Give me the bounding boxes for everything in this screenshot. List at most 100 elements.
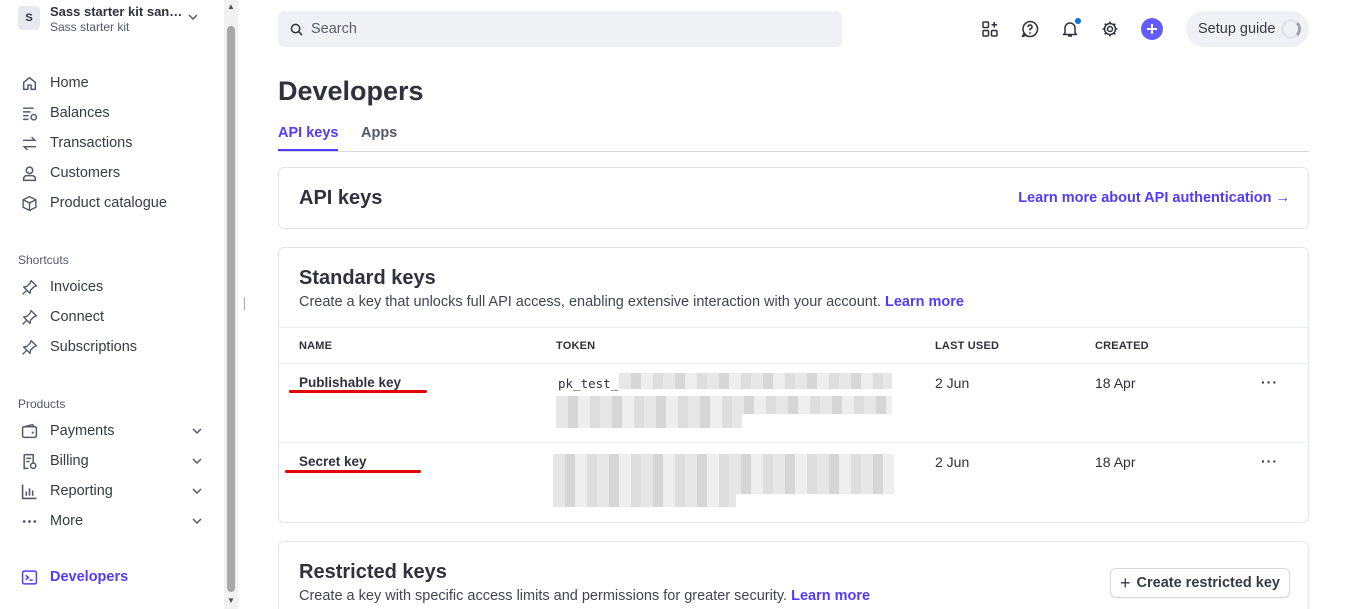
scroll-down-arrow-icon[interactable]: ▼ (227, 596, 235, 605)
redacted-token (553, 454, 894, 474)
api-authentication-link[interactable]: Learn more about API authentication → (1018, 190, 1290, 206)
tab-bar: API keys Apps (278, 124, 1309, 152)
customers-icon (20, 164, 38, 182)
reporting-icon (20, 482, 38, 500)
api-keys-title: API keys (299, 187, 383, 209)
last-used-value: 2 Jun (935, 454, 970, 470)
account-subtitle: Sass starter kit (50, 20, 130, 34)
search-bar[interactable] (278, 11, 842, 47)
created-value: 18 Apr (1095, 375, 1136, 391)
more-icon (20, 512, 38, 530)
row-actions-button[interactable]: ··· (1261, 374, 1278, 390)
sidebar-item-home[interactable]: Home (20, 70, 202, 96)
api-keys-card: API keys Learn more about API authentica… (278, 167, 1309, 229)
create-restricted-key-button[interactable]: + Create restricted key (1110, 568, 1290, 598)
redacted-token (553, 474, 894, 494)
sidebar-item-label: Customers (50, 165, 121, 181)
restricted-keys-title: Restricted keys (299, 561, 447, 583)
sidebar-item-label: Home (50, 75, 89, 91)
learn-more-link[interactable]: Learn more (791, 588, 870, 604)
sidebar-item-label: Reporting (50, 483, 113, 499)
sidebar-item-label: Subscriptions (50, 339, 138, 355)
sidebar-item-label: Developers (50, 569, 129, 585)
learn-more-link[interactable]: Learn more (885, 294, 964, 310)
payments-icon (20, 422, 38, 440)
column-header-name: NAME (299, 340, 333, 352)
chevron-down-icon (192, 428, 202, 435)
sidebar-item-billing[interactable]: Billing (20, 448, 202, 474)
redacted-token (556, 396, 892, 414)
column-header-token: TOKEN (556, 340, 596, 352)
key-name: Secret key (299, 454, 367, 469)
developers-icon (20, 568, 38, 586)
red-underline-annotation (289, 390, 427, 393)
account-avatar: S (18, 6, 40, 30)
red-underline-annotation (285, 470, 421, 473)
sidebar-item-subscriptions[interactable]: Subscriptions (20, 334, 202, 360)
column-header-created: CREATED (1095, 340, 1149, 352)
sidebar-item-developers[interactable]: Developers (20, 564, 202, 590)
created-value: 18 Apr (1095, 454, 1136, 470)
redacted-token (553, 494, 736, 507)
key-name: Publishable key (299, 375, 402, 390)
progress-ring-icon (1281, 19, 1301, 39)
create-plus-button[interactable] (1141, 18, 1163, 40)
divider (279, 363, 1308, 364)
search-input[interactable] (311, 21, 811, 37)
chevron-down-icon (192, 488, 202, 495)
sidebar-item-customers[interactable]: Customers (20, 160, 202, 186)
plus-icon (1147, 24, 1157, 34)
sidebar-item-more[interactable]: More (20, 508, 202, 534)
page-title: Developers (278, 76, 424, 106)
pin-icon (20, 338, 38, 356)
scroll-up-arrow-icon[interactable]: ▲ (227, 2, 235, 11)
chevron-down-icon (192, 518, 202, 525)
restricted-keys-description: Create a key with specific access limits… (299, 588, 870, 604)
sidebar-item-balances[interactable]: Balances (20, 100, 202, 126)
sidebar-scrollbar[interactable]: ▲ ▼ (224, 0, 238, 609)
notification-dot (1075, 18, 1081, 24)
last-used-value: 2 Jun (935, 375, 970, 391)
products-section-label: Products (18, 397, 66, 411)
transactions-icon (20, 134, 38, 152)
sidebar-resize-handle[interactable] (244, 297, 245, 310)
help-icon[interactable] (1020, 19, 1040, 39)
sidebar-item-connect[interactable]: Connect (20, 304, 202, 330)
sidebar-item-label: Balances (50, 105, 110, 121)
sidebar-item-label: More (50, 513, 84, 529)
setup-guide-button[interactable]: Setup guide (1186, 11, 1309, 47)
shortcuts-section-label: Shortcuts (18, 253, 69, 267)
description-text: Create a key that unlocks full API acces… (299, 294, 881, 310)
token-value[interactable]: pk_test_ (558, 376, 618, 391)
notifications-bell-icon[interactable] (1060, 18, 1081, 39)
sidebar-item-label: Payments (50, 423, 115, 439)
product-icon (20, 194, 38, 212)
balances-icon (20, 104, 38, 122)
sidebar-item-label: Invoices (50, 279, 104, 295)
divider (279, 442, 1308, 443)
divider (279, 327, 1308, 328)
scroll-thumb[interactable] (227, 26, 235, 592)
search-icon (290, 23, 303, 36)
tab-api-keys[interactable]: API keys (278, 125, 339, 151)
chevron-down-icon (188, 14, 198, 21)
sidebar-item-reporting[interactable]: Reporting (20, 478, 202, 504)
home-icon (20, 74, 38, 92)
sidebar-item-transactions[interactable]: Transactions (20, 130, 202, 156)
settings-gear-icon[interactable] (1100, 19, 1120, 39)
sidebar-item-payments[interactable]: Payments (20, 418, 202, 444)
sidebar-item-invoices[interactable]: Invoices (20, 274, 202, 300)
standard-keys-card: Standard keys Create a key that unlocks … (278, 247, 1309, 523)
account-switcher[interactable]: S Sass starter kit sand… Sass starter ki… (18, 4, 200, 36)
sidebar-item-label: Product catalogue (50, 195, 167, 211)
tab-apps[interactable]: Apps (361, 125, 397, 149)
pin-icon (20, 278, 38, 296)
row-actions-button[interactable]: ··· (1261, 453, 1278, 469)
apps-icon[interactable] (980, 19, 1000, 39)
plus-icon: + (1120, 573, 1131, 593)
sidebar-item-product-catalogue[interactable]: Product catalogue (20, 190, 202, 216)
redacted-token (619, 373, 892, 389)
column-header-last-used: LAST USED (935, 340, 1000, 352)
account-name: Sass starter kit sand… (50, 4, 188, 19)
restricted-keys-card: Restricted keys Create a key with specif… (278, 541, 1309, 609)
